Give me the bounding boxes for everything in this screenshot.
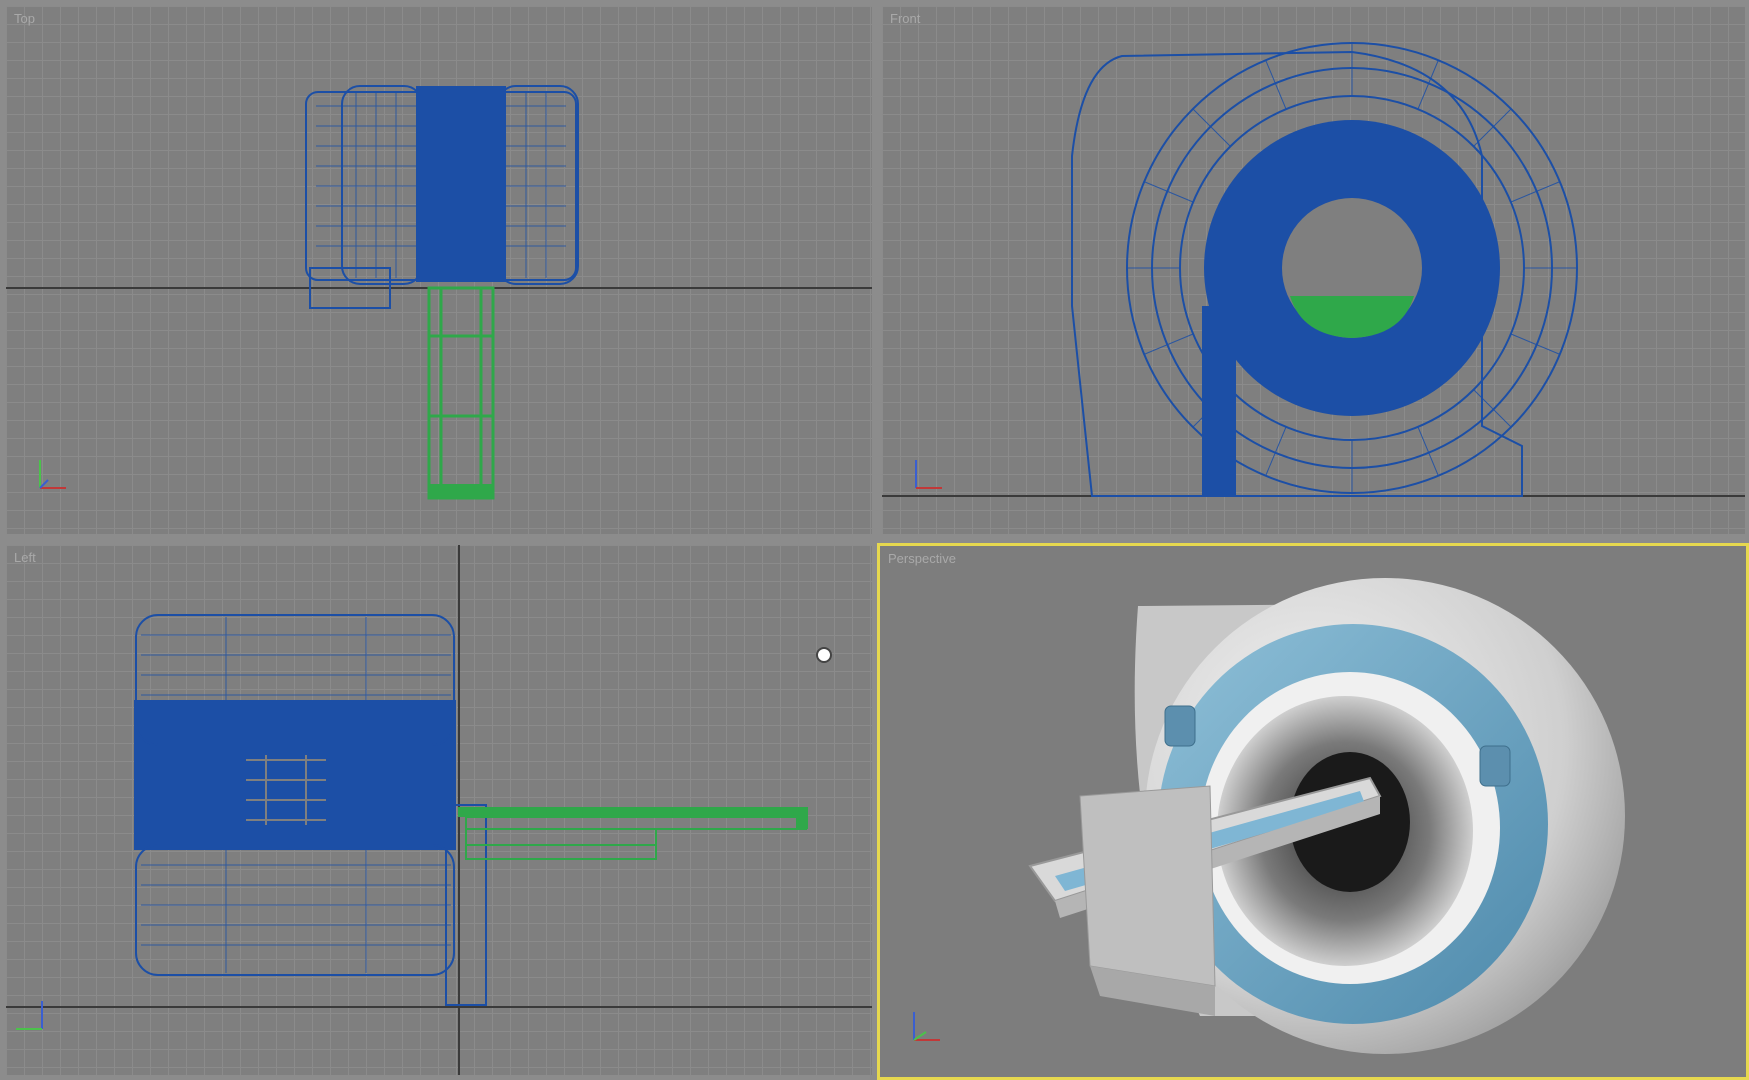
viewport-perspective[interactable]: Perspective <box>877 543 1749 1080</box>
viewport-front[interactable]: Front <box>882 6 1745 534</box>
top-view-wireframe <box>6 85 872 500</box>
viewport-top[interactable]: Top <box>6 6 872 534</box>
axis-gizmo-perspective <box>913 1012 940 1041</box>
perspective-render <box>1028 578 1625 1054</box>
axis-gizmo-left <box>16 1001 43 1030</box>
viewport-left[interactable]: Left <box>6 545 872 1075</box>
axis-gizmo-front <box>915 460 942 489</box>
front-view-wireframe <box>882 42 1745 497</box>
axis-gizmo-top <box>39 460 66 489</box>
left-view-wireframe <box>6 545 872 1075</box>
